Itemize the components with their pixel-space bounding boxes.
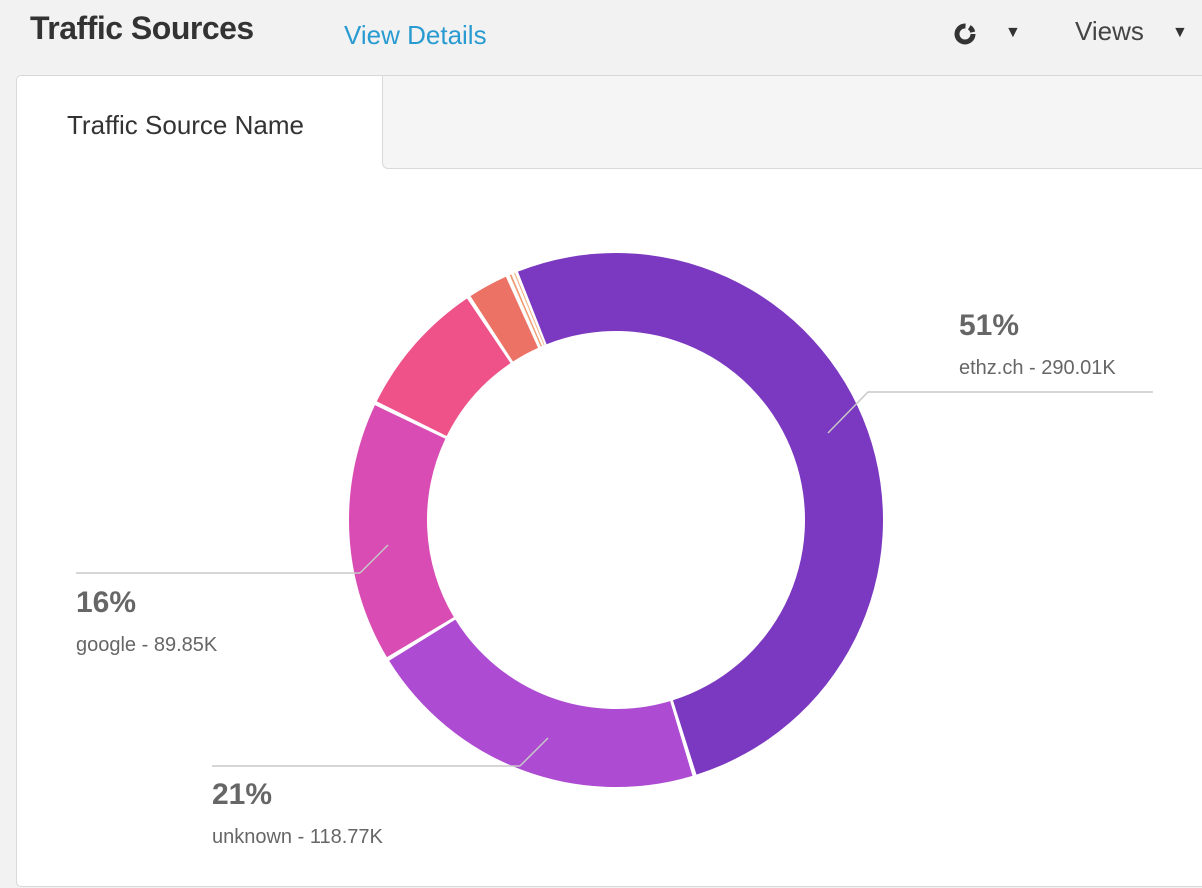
slice-label-ethz: ethz.ch - 290.01K [959, 357, 1116, 379]
slice-percent-unknown: 21% [212, 778, 272, 811]
slice-label-google: google - 89.85K [76, 634, 218, 656]
donut-chart: 51% ethz.ch - 290.01K 16% google - 89.85… [76, 252, 1153, 848]
leader-line-ethz [827, 391, 1153, 434]
slice-percent-google: 16% [76, 586, 136, 619]
slice-percent-ethz: 51% [959, 309, 1019, 342]
donut-slices [349, 252, 884, 788]
donut-slice-ethz-ch[interactable] [517, 252, 884, 775]
slice-label-unknown: unknown - 118.77K [212, 826, 384, 848]
donut-slice-unknown[interactable] [389, 619, 693, 788]
donut-slice-google[interactable] [349, 405, 454, 658]
